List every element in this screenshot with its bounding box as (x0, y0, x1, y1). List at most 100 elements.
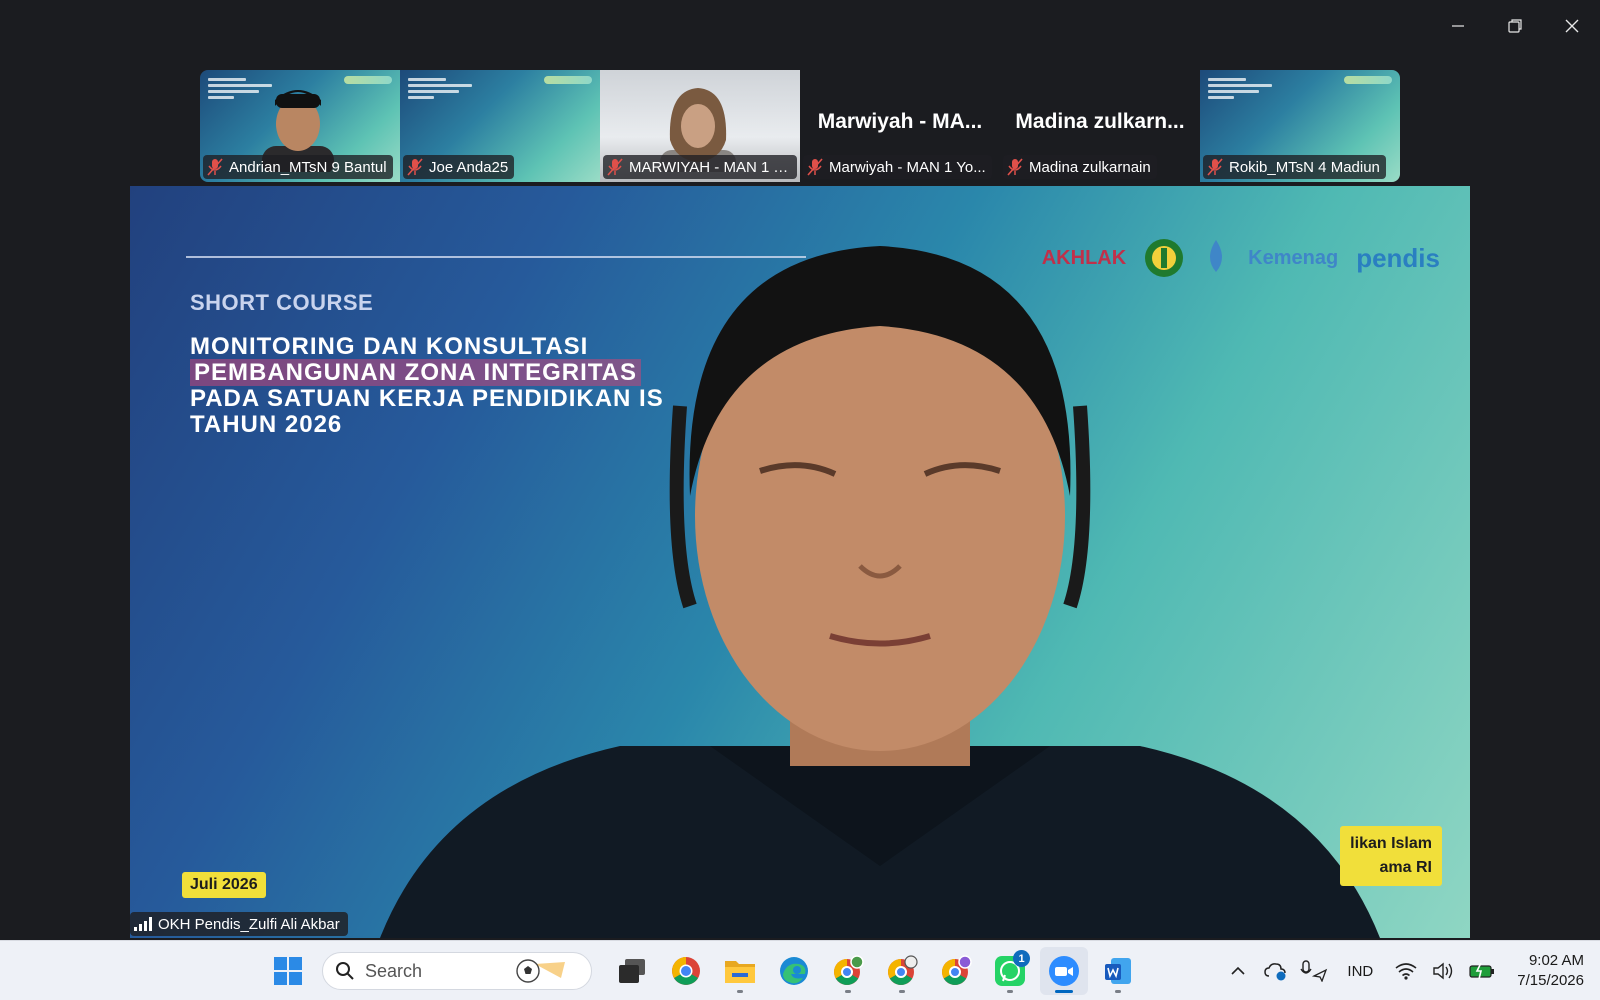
edge-icon (780, 957, 808, 985)
whatsapp-taskbar-button[interactable]: 1 (986, 947, 1034, 995)
clock-date: 7/15/2026 (1517, 972, 1584, 989)
slide-logos (1344, 76, 1392, 84)
clock-time: 9:02 AM (1528, 952, 1584, 969)
taskbar: 1 IND 9:02 AM (0, 940, 1600, 1000)
participant-name-label: MARWIYAH - MAN 1 Y... (603, 155, 797, 179)
mic-muted-icon (1007, 158, 1023, 176)
participant-name-label: Andrian_MTsN 9 Bantul (203, 155, 393, 179)
slide-footer-badge: likan Islam ama RI (1340, 826, 1442, 886)
speaker-name: OKH Pendis_Zulfi Ali Akbar (158, 915, 340, 933)
chrome-profile-icon (888, 955, 918, 985)
participant-tile[interactable]: MARWIYAH - MAN 1 Y... (600, 70, 800, 182)
chrome-profile-button[interactable] (824, 947, 872, 995)
speaker-figure (380, 246, 1380, 938)
word-taskbar-button[interactable] (1094, 947, 1142, 995)
active-speaker-video[interactable]: SHORT COURSE MONITORING DAN KONSULTASI P… (130, 186, 1470, 938)
running-indicator (899, 990, 905, 993)
participant-strip: Andrian_MTsN 9 Bantul Joe Anda25 MARWIYA… (200, 70, 1400, 182)
chrome-profile-icon (834, 955, 864, 985)
participant-name-label: Joe Anda25 (403, 155, 515, 179)
mic-muted-icon (807, 158, 823, 176)
zoom-taskbar-button[interactable] (1040, 947, 1088, 995)
slide-date-badge: Juli 2026 (182, 872, 266, 898)
soccer-ball-icon (516, 959, 565, 983)
speaker-volume-icon (1433, 962, 1453, 980)
participant-tile[interactable]: Joe Anda25 (400, 70, 600, 182)
participant-tile[interactable]: Andrian_MTsN 9 Bantul (200, 70, 400, 182)
search-input[interactable] (365, 960, 515, 982)
participant-name: Marwiyah - MAN 1 Yo... (829, 158, 986, 176)
wifi-icon (1395, 963, 1417, 980)
system-tray: IND 9:02 AM 7/15/2026 (1223, 941, 1590, 1000)
running-indicator (1007, 990, 1013, 993)
window-controls (1429, 0, 1600, 52)
file-explorer-button[interactable] (716, 947, 764, 995)
onedrive-tray-button[interactable] (1261, 956, 1291, 986)
running-indicator (737, 990, 743, 993)
microphone-tray-button[interactable] (1299, 956, 1329, 986)
running-indicator (845, 990, 851, 993)
battery-tray-button[interactable] (1467, 956, 1497, 986)
chrome-icon (672, 957, 700, 985)
wifi-tray-button[interactable] (1391, 956, 1421, 986)
participant-name: Joe Anda25 (429, 158, 509, 176)
show-hidden-icons-button[interactable] (1223, 956, 1253, 986)
notification-badge: 1 (1013, 950, 1030, 967)
slide-footer-line: ama RI (1379, 859, 1432, 876)
participant-name: Andrian_MTsN 9 Bantul (229, 158, 387, 176)
participant-tile[interactable]: Madina zulkarn... Madina zulkarnain (1000, 70, 1200, 182)
minimize-icon (1451, 25, 1464, 27)
start-button[interactable] (264, 947, 312, 995)
task-view-button[interactable] (608, 947, 656, 995)
battery-charging-icon (1469, 963, 1495, 979)
mic-muted-icon (207, 158, 223, 176)
shared-slide-thumbnail (408, 78, 472, 104)
shared-slide-thumbnail (1208, 78, 1272, 104)
taskbar-apps: 1 (264, 941, 1142, 1000)
mic-muted-icon (607, 158, 623, 176)
running-indicator (1115, 990, 1121, 993)
participant-name-label: Madina zulkarnain (1003, 155, 1157, 179)
chevron-up-icon (1231, 966, 1245, 975)
participant-name-label: Rokib_MTsN 4 Madiun (1203, 155, 1386, 179)
zoom-icon (1049, 956, 1079, 986)
language-indicator[interactable]: IND (1337, 963, 1383, 980)
participant-name-label: Marwiyah - MAN 1 Yo... (803, 155, 992, 179)
restore-button[interactable] (1486, 0, 1543, 52)
participant-tile[interactable]: Rokib_MTsN 4 Madiun (1200, 70, 1400, 182)
task-view-icon (619, 959, 645, 983)
chrome-profile-icon (942, 955, 972, 985)
slide-logos (344, 76, 392, 84)
restore-icon (1507, 19, 1522, 33)
windows-logo-icon (274, 957, 302, 985)
mic-muted-icon (407, 158, 423, 176)
participant-name: Rokib_MTsN 4 Madiun (1229, 158, 1380, 176)
taskbar-search[interactable] (322, 952, 592, 990)
mic-muted-icon (1207, 158, 1223, 176)
speaker-name-label: OKH Pendis_Zulfi Ali Akbar (130, 912, 348, 936)
chrome-profile-button[interactable] (932, 947, 980, 995)
taskbar-clock[interactable]: 9:02 AM 7/15/2026 (1505, 951, 1590, 991)
close-button[interactable] (1543, 0, 1600, 52)
signal-strength-icon (134, 917, 152, 931)
participant-name: MARWIYAH - MAN 1 Y... (629, 158, 791, 176)
close-icon (1565, 19, 1578, 33)
participant-tile[interactable]: Marwiyah - MA... Marwiyah - MAN 1 Yo... (800, 70, 1000, 182)
edge-taskbar-button[interactable] (770, 947, 818, 995)
search-icon (336, 962, 354, 980)
participant-display-name: Marwiyah - MA... (817, 110, 983, 133)
participant-display-name: Madina zulkarn... (1015, 110, 1185, 133)
volume-tray-button[interactable] (1429, 956, 1459, 986)
cloud-info-icon (1264, 963, 1287, 981)
active-indicator (1055, 990, 1073, 993)
folder-icon (725, 961, 755, 983)
minimize-button[interactable] (1429, 0, 1486, 52)
slide-logos (544, 76, 592, 84)
slide-footer-line: likan Islam (1350, 835, 1432, 852)
slide-kicker: SHORT COURSE (190, 290, 374, 315)
chrome-profile-button[interactable] (878, 947, 926, 995)
microphone-location-icon (1300, 960, 1328, 982)
word-icon (1105, 958, 1131, 984)
participant-name: Madina zulkarnain (1029, 158, 1151, 176)
chrome-taskbar-button[interactable] (662, 947, 710, 995)
